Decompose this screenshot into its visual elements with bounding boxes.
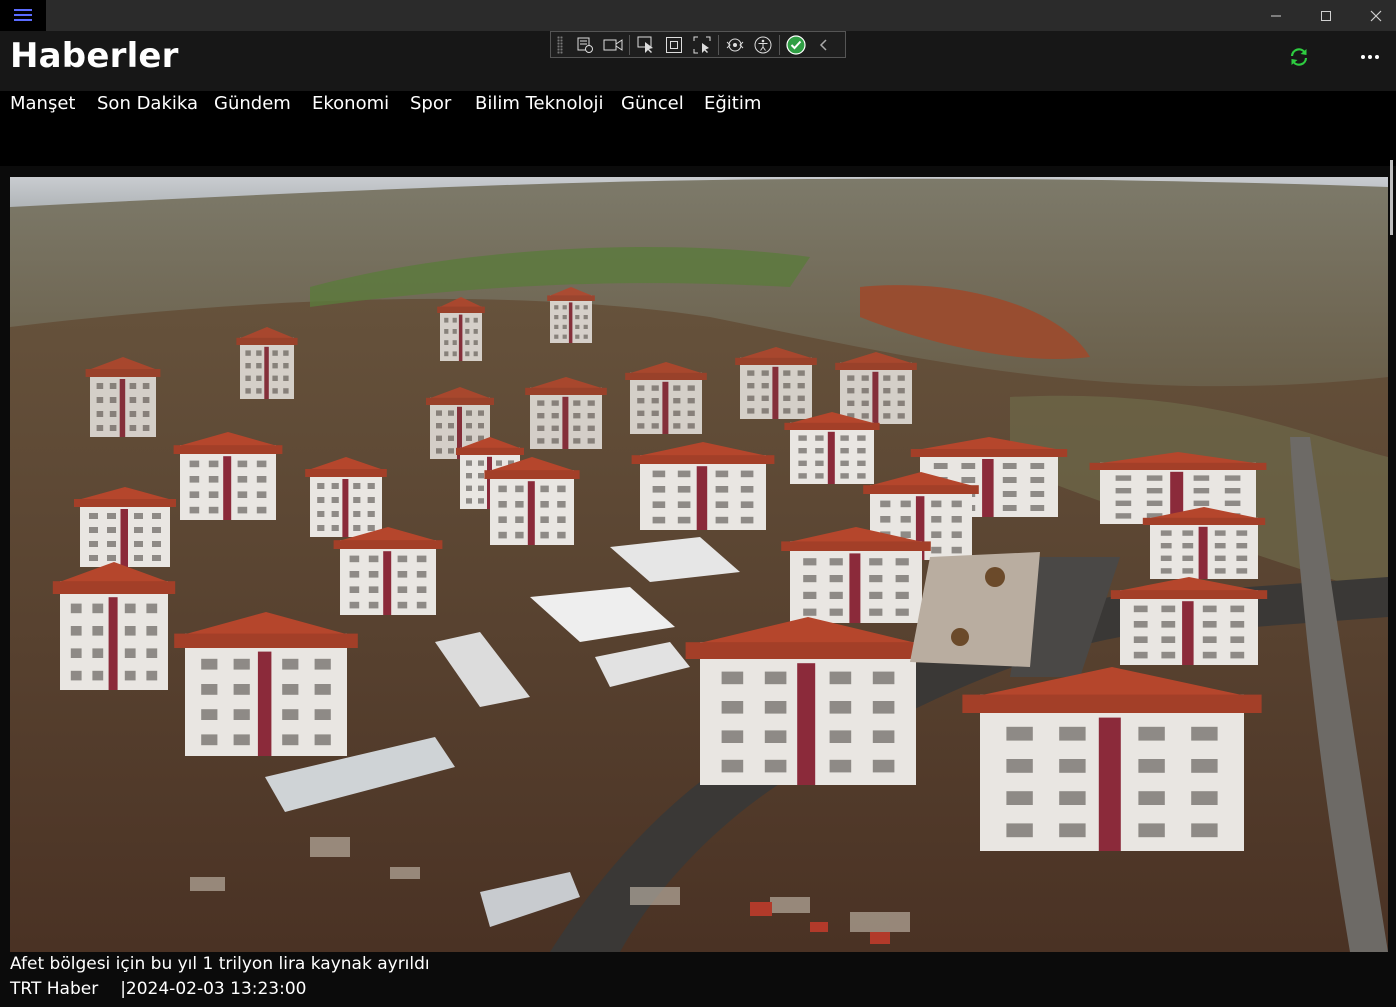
hamburger-menu-button[interactable] [0,0,46,31]
hot-reload-icon[interactable] [721,32,749,57]
check-status-icon[interactable] [782,32,810,57]
maximize-icon [1321,10,1331,21]
nav-item-ekonomi[interactable]: Ekonomi [312,93,389,114]
app-title: Haberler [10,36,179,76]
toolbar-grip[interactable] [557,35,563,54]
nav-item-son-dakika[interactable]: Son Dakika [97,93,198,114]
nav-item-guncel[interactable]: Güncel [621,93,684,114]
minimize-button[interactable] [1253,0,1299,31]
nav-item-spor[interactable]: Spor [410,93,451,114]
nav-item-gundem[interactable]: Gündem [214,93,291,114]
window-title-bar [0,0,1396,31]
more-options-button[interactable] [1358,45,1382,69]
debug-toolbar [550,31,846,58]
visual-tree-icon[interactable] [571,32,599,57]
track-focus-icon[interactable] [688,32,716,57]
news-hero-image[interactable] [10,177,1388,952]
refresh-icon[interactable] [1287,45,1311,69]
collapse-chevron-icon[interactable] [810,32,838,57]
video-camera-icon[interactable] [599,32,627,57]
nav-item-egitim[interactable]: Eğitim [704,93,761,114]
maximize-button[interactable] [1303,0,1349,31]
hamburger-icon [14,9,32,22]
vertical-scrollbar[interactable] [1390,160,1393,235]
nav-item-bilim-teknoloji[interactable]: Bilim Teknoloji [475,93,603,114]
article-source: TRT Haber [10,979,99,999]
article-meta: TRT Haber |2024-02-03 13:23:00 [10,979,306,999]
minimize-icon [1271,15,1281,16]
select-element-icon[interactable] [632,32,660,57]
layout-adorners-icon[interactable] [660,32,688,57]
close-icon [1370,10,1382,21]
nav-item-manset[interactable]: Manşet [10,93,75,114]
category-nav: Manşet Son Dakika Gündem Ekonomi Spor Bi… [0,91,1396,165]
close-button[interactable] [1353,0,1396,31]
article-date: 2024-02-03 13:23:00 [125,979,307,999]
accessibility-icon[interactable] [749,32,777,57]
article-headline[interactable]: Afet bölgesi için bu yıl 1 trilyon lira … [10,954,430,974]
